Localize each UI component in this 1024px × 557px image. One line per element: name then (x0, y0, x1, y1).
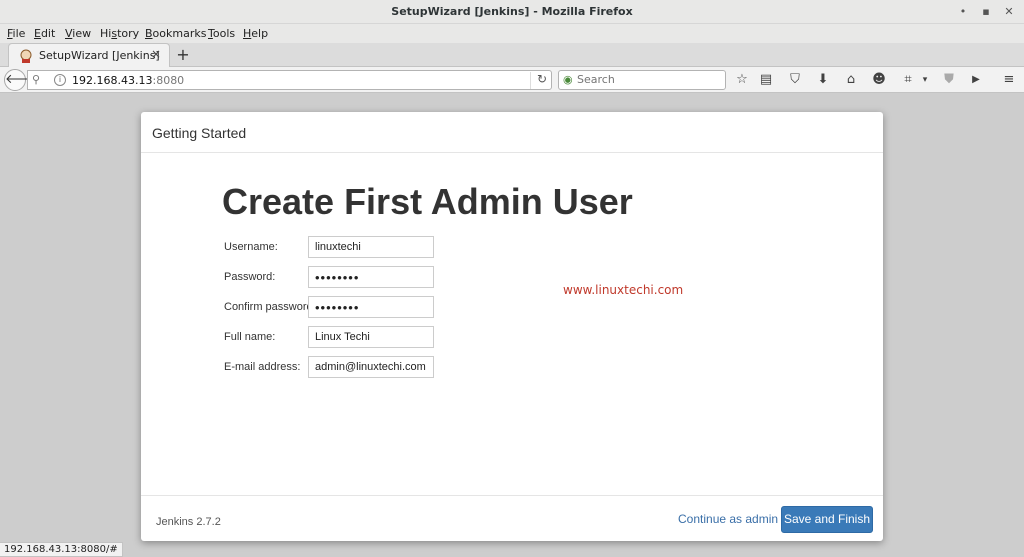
screenshot-crop-icon[interactable]: ⌗ (899, 71, 917, 89)
menu-tools[interactable]: Tools (208, 27, 235, 40)
username-input[interactable] (308, 236, 434, 258)
chat-icon[interactable]: ☻ (870, 71, 888, 89)
home-icon[interactable]: ⌂ (842, 71, 860, 89)
tab-strip: SetupWizard [Jenkins] × + (0, 43, 1024, 68)
address-bar[interactable]: ⚲ i 192.168.43.13:8080 ↻ (27, 70, 552, 90)
shield-icon[interactable]: ⛊ (940, 71, 958, 89)
menu-bookmarks[interactable]: Bookmarks (145, 27, 206, 40)
email-label: E-mail address: (224, 361, 301, 373)
jenkins-version: Jenkins 2.7.2 (156, 516, 221, 528)
confirm-password-label: Confirm password: (224, 301, 316, 313)
status-bar: 192.168.43.13:8080/# (0, 542, 123, 557)
tab-close-icon[interactable]: × (151, 47, 161, 61)
search-bar[interactable]: ◉ (558, 70, 726, 90)
watermark-text: www.linuxtechi.com (563, 283, 684, 297)
email-input[interactable] (308, 356, 434, 378)
full-name-label: Full name: (224, 331, 276, 343)
dialog-header: Getting Started (141, 112, 883, 153)
tab-setupwizard[interactable]: SetupWizard [Jenkins] × (8, 43, 170, 68)
hamburger-menu-icon[interactable]: ≡ (1000, 71, 1018, 89)
window-title: SetupWizard [Jenkins] - Mozilla Firefox (391, 5, 633, 18)
menu-file[interactable]: File (7, 27, 25, 40)
minimize-icon[interactable]: • (955, 4, 971, 20)
menu-edit[interactable]: Edit (34, 27, 55, 40)
username-label: Username: (224, 241, 278, 253)
downloads-icon[interactable]: ⬇ (814, 71, 832, 89)
new-tab-button[interactable]: + (175, 45, 191, 64)
page-content: Getting Started Create First Admin User … (0, 93, 1024, 557)
chevron-down-icon[interactable]: ▾ (916, 71, 934, 89)
setup-wizard-dialog: Getting Started Create First Admin User … (141, 112, 883, 541)
pocket-icon[interactable]: ⛉ (786, 71, 804, 89)
reload-icon[interactable]: ↻ (529, 72, 547, 89)
navigation-bar: 🡐 ⚲ i 192.168.43.13:8080 ↻ ◉ ☆ ▤ ⛉ ⬇ ⌂ ☻… (0, 67, 1024, 93)
search-engine-icon[interactable]: ◉ (563, 73, 573, 86)
page-title: Create First Admin User (222, 181, 633, 222)
bookmark-star-icon[interactable]: ☆ (733, 71, 751, 89)
password-input[interactable] (308, 266, 434, 288)
menu-help[interactable]: Help (243, 27, 268, 40)
close-window-icon[interactable]: ✕ (1001, 4, 1017, 20)
youtube-icon[interactable]: ▶ (967, 71, 985, 89)
site-identity-icon[interactable]: ⚲ (32, 73, 40, 86)
password-label: Password: (224, 271, 276, 283)
menu-view[interactable]: View (65, 27, 91, 40)
tab-title: SetupWizard [Jenkins] (39, 49, 160, 62)
url-text[interactable]: 192.168.43.13:8080 (72, 74, 184, 87)
search-input[interactable] (577, 73, 717, 86)
back-button[interactable]: 🡐 (4, 69, 40, 91)
continue-as-admin-link[interactable]: Continue as admin (678, 512, 778, 526)
save-and-finish-button[interactable]: Save and Finish (781, 506, 873, 533)
dialog-footer: Jenkins 2.7.2 Continue as admin Save and… (141, 495, 883, 541)
reading-list-icon[interactable]: ▤ (757, 71, 775, 89)
maximize-icon[interactable]: ▪ (978, 4, 994, 20)
confirm-password-input[interactable] (308, 296, 434, 318)
full-name-input[interactable] (308, 326, 434, 348)
menu-bar: File Edit View History Bookmarks Tools H… (0, 24, 1024, 43)
menu-history[interactable]: History (100, 27, 139, 40)
info-icon[interactable]: i (54, 74, 66, 86)
jenkins-favicon-icon (20, 49, 32, 63)
dialog-header-title: Getting Started (152, 125, 247, 141)
window-titlebar: SetupWizard [Jenkins] - Mozilla Firefox … (0, 0, 1024, 24)
